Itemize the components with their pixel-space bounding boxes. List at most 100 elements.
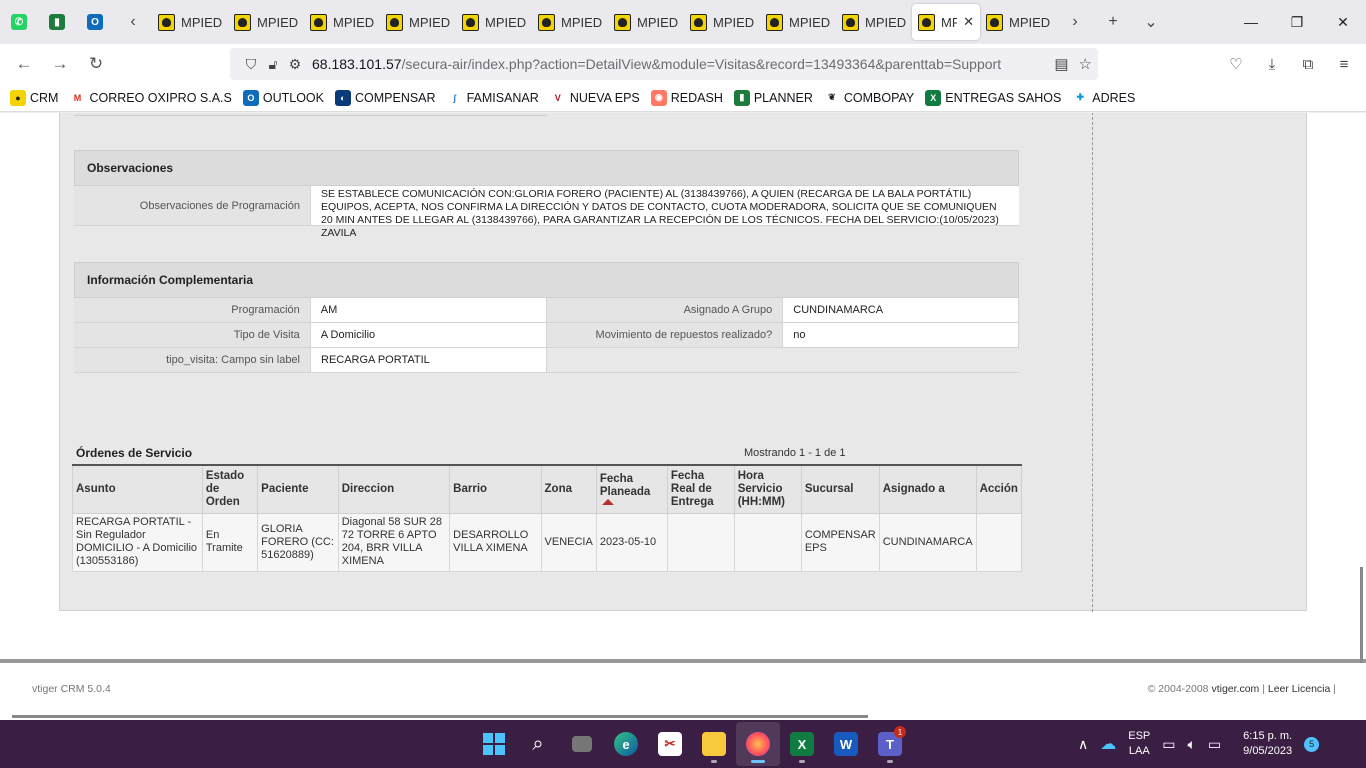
shield-icon[interactable]: ⛉ — [240, 56, 262, 73]
close-window-button[interactable]: ✕ — [1320, 0, 1366, 44]
snipping-tool-button[interactable]: ✂ — [648, 722, 692, 766]
vertical-scrollbar[interactable] — [1360, 567, 1363, 663]
bookmark-planner[interactable]: ▮ PLANNER — [733, 89, 813, 106]
bookmark-label: COMBOPAY — [843, 90, 915, 105]
browser-tab[interactable]: MP ✕ — [912, 4, 980, 40]
volume-icon[interactable]: 🔈︎ — [1188, 736, 1196, 753]
input-language[interactable]: ESP LAA — [1128, 729, 1150, 759]
snipping-icon: ✂ — [658, 732, 682, 756]
bookmark-crm[interactable]: ● CRM — [10, 89, 58, 106]
observaciones-block: Observaciones Observaciones de Programac… — [74, 150, 1019, 239]
browser-tab[interactable]: MPIED — [684, 4, 760, 40]
column-header[interactable]: Asunto — [72, 464, 203, 514]
file-explorer-button[interactable] — [692, 722, 736, 766]
bookmark-label: CORREO OXIPRO S.A.S — [89, 90, 232, 105]
table-row[interactable]: RECARGA PORTATIL - Sin Regulador DOMICIL… — [72, 512, 1023, 572]
excel-button[interactable]: X — [780, 722, 824, 766]
reader-view-icon[interactable]: ▤ — [1054, 55, 1068, 73]
bookmark-famisanar[interactable]: ʃ FAMISANAR — [446, 89, 539, 106]
license-link[interactable]: Leer Licencia — [1268, 683, 1330, 695]
notification-badge[interactable]: 5 — [1304, 736, 1320, 752]
tab-scroll-left-icon[interactable]: ‹ — [114, 0, 152, 44]
browser-tab[interactable]: MPIED — [228, 4, 304, 40]
table-cell[interactable]: RECARGA PORTATIL - Sin Regulador DOMICIL… — [72, 512, 203, 572]
famisanar-icon: ʃ — [446, 89, 463, 106]
teams-button[interactable]: T1 — [868, 722, 912, 766]
column-header[interactable]: Hora Servicio (HH:MM) — [733, 464, 802, 514]
bookmark-redash[interactable]: ◉ REDASH — [650, 89, 723, 106]
forward-button[interactable]: → — [42, 46, 78, 82]
info-label: Programación — [74, 298, 311, 322]
column-header[interactable]: Acción — [975, 464, 1023, 514]
menu-icon[interactable]: ≡ — [1330, 56, 1358, 73]
battery-icon[interactable]: ▭ — [1208, 736, 1221, 753]
bookmark-excel[interactable]: X ENTREGAS SAHOS — [925, 89, 1061, 106]
browser-tab[interactable]: MPIED — [836, 4, 912, 40]
tray-overflow-icon[interactable]: ∧ — [1078, 736, 1088, 753]
browser-tab[interactable]: MPIED — [456, 4, 532, 40]
task-view-icon — [572, 736, 592, 752]
extensions-icon[interactable]: ⧉ — [1294, 56, 1322, 73]
browser-tab[interactable]: MPIED — [152, 4, 228, 40]
minimize-button[interactable]: — — [1228, 0, 1274, 44]
url-host: 68.183.101.57 — [312, 56, 402, 72]
bookmark-outlook[interactable]: O OUTLOOK — [242, 89, 324, 106]
downloads-icon[interactable]: ⤓ — [1258, 56, 1286, 73]
address-bar[interactable]: ⛉ 🔓︎ ⚙ 68.183.101.57/secura-air/index.ph… — [230, 48, 1098, 80]
column-header[interactable]: Direccion — [337, 464, 451, 514]
bookmark-compensar[interactable]: ◐ COMPENSAR — [334, 89, 436, 106]
clock[interactable]: 6:15 p. m. 9/05/2023 — [1243, 729, 1292, 759]
pinned-tab-outlook[interactable]: O — [76, 0, 114, 44]
browser-tab[interactable]: MPIED — [608, 4, 684, 40]
edge-button[interactable]: e — [604, 722, 648, 766]
display-icon[interactable]: ▭ — [1162, 736, 1175, 753]
column-header[interactable]: Fecha Planeada — [595, 464, 668, 514]
bookmark-adres[interactable]: ✚ ADRES — [1072, 89, 1135, 106]
word-button[interactable]: W — [824, 722, 868, 766]
column-header[interactable]: Paciente — [257, 464, 339, 514]
windows-icon — [483, 733, 505, 755]
browser-tab[interactable]: MPIED — [760, 4, 836, 40]
browser-tab[interactable]: MPIED — [380, 4, 456, 40]
column-header[interactable]: Fecha Real de Entrega — [666, 464, 735, 514]
browser-tab[interactable]: MPIED — [980, 4, 1056, 40]
new-tab-button[interactable]: + — [1094, 0, 1132, 44]
insecure-lock-icon[interactable]: 🔓︎ — [262, 56, 284, 73]
crm-favicon-icon — [310, 13, 327, 31]
column-header[interactable]: Sucursal — [800, 464, 880, 514]
horizontal-scrollbar[interactable] — [12, 715, 868, 718]
bookmark-gmail[interactable]: M CORREO OXIPRO S.A.S — [69, 89, 232, 106]
task-view-button[interactable] — [560, 722, 604, 766]
column-header[interactable]: Asignado a — [878, 464, 977, 514]
close-tab-icon[interactable]: ✕ — [963, 14, 974, 30]
crm-favicon-icon — [614, 13, 631, 31]
firefox-button[interactable] — [736, 722, 780, 766]
bookmark-star-icon[interactable]: ☆ — [1079, 55, 1092, 73]
pinned-tab-whatsapp[interactable]: ✆ — [0, 0, 38, 44]
search-button[interactable]: ⌕ — [516, 722, 560, 766]
observaciones-value: SE ESTABLECE COMUNICACIÓN CON:GLORIA FOR… — [311, 186, 1019, 239]
column-header[interactable]: Barrio — [449, 464, 542, 514]
bookmark-combopay[interactable]: ❦ COMBOPAY — [823, 89, 915, 106]
column-header[interactable]: Estado de Orden — [201, 464, 259, 514]
back-button[interactable]: ← — [6, 46, 42, 82]
browser-tab[interactable]: MPIED — [304, 4, 380, 40]
start-button[interactable] — [472, 722, 516, 766]
tab-scroll-right-icon[interactable]: › — [1056, 0, 1094, 44]
restore-button[interactable]: ❐ — [1274, 0, 1320, 44]
column-header[interactable]: Zona — [540, 464, 597, 514]
browser-tab[interactable]: MPIED — [532, 4, 608, 40]
reload-button[interactable]: ↻ — [78, 46, 114, 82]
list-tabs-icon[interactable]: ⌄ — [1132, 0, 1170, 44]
bookmark-nueva-eps[interactable]: V NUEVA EPS — [549, 89, 640, 106]
previous-row — [74, 113, 547, 116]
bookmarks-toolbar: ● CRM M CORREO OXIPRO S.A.S O OUTLOOK ◐ COMPENS… — [0, 84, 1366, 112]
onedrive-icon[interactable]: ☁ — [1100, 734, 1116, 754]
tab-title: MPIED — [713, 14, 755, 30]
pinned-tab-planner[interactable]: ▮ — [38, 0, 76, 44]
pocket-icon[interactable]: ♡ — [1222, 55, 1250, 73]
column-header-label: Hora Servicio (HH:MM) — [737, 469, 785, 508]
table-cell: COMPENSAR EPS — [800, 512, 880, 572]
permissions-icon[interactable]: ⚙ — [284, 56, 306, 73]
vtiger-link[interactable]: vtiger.com — [1211, 683, 1259, 695]
